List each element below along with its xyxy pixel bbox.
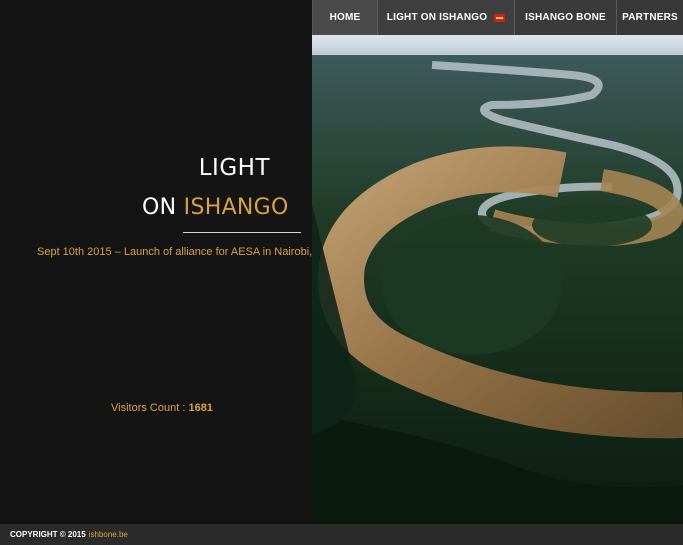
- flag-icon[interactable]: [494, 13, 506, 22]
- nav-home[interactable]: HOME: [312, 0, 377, 35]
- title-divider: [183, 232, 301, 233]
- hero-title-on: ON: [142, 195, 177, 220]
- header-strip: [0, 0, 312, 35]
- event-link[interactable]: Sept 10th 2015 – Launch of alliance for …: [37, 246, 346, 258]
- hero-title-line1: LIGHT: [198, 155, 270, 181]
- hero-title-line2: ON ISHANGO: [142, 195, 289, 220]
- hero-panel: LIGHT ON ISHANGO Sept 10th 2015 – Launch…: [0, 35, 346, 524]
- visitors-number: 1681: [188, 402, 213, 414]
- nav-partners-label: PARTNERS: [622, 12, 678, 23]
- hero-title-ishango: ISHANGO: [183, 195, 289, 220]
- footer: COPYRIGHT © 2015 ishbone.be: [0, 524, 683, 545]
- visitors-count: Visitors Count : 1681: [111, 402, 213, 414]
- nav-light-on-ishango-label: LIGHT ON ISHANGO: [386, 12, 488, 23]
- footer-copyright: COPYRIGHT © 2015: [10, 530, 86, 539]
- top-nav: HOME LIGHT ON ISHANGO ISHANGO BONE PARTN…: [312, 0, 683, 35]
- nav-ishango-bone[interactable]: ISHANGO BONE: [514, 0, 616, 35]
- nav-ishango-bone-label: ISHANGO BONE: [525, 12, 606, 23]
- river-illustration: [312, 35, 683, 524]
- visitors-label: Visitors Count :: [111, 402, 186, 414]
- nav-light-on-ishango[interactable]: LIGHT ON ISHANGO: [377, 0, 514, 35]
- nav-partners[interactable]: PARTNERS: [616, 0, 683, 35]
- footer-site-link[interactable]: ishbone.be: [89, 530, 128, 539]
- river-photo: [312, 35, 683, 524]
- nav-home-label: HOME: [329, 12, 361, 23]
